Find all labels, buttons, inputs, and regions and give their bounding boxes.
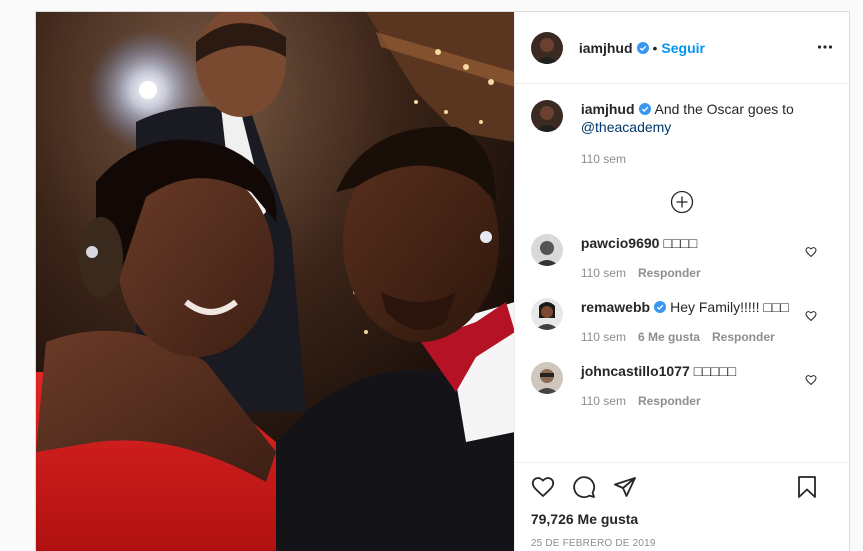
post-sidebar: iamjhud • Seguir iamjhud And the Oscar go… <box>513 12 849 551</box>
verified-icon <box>654 301 667 313</box>
comment-text: □□□□□ <box>693 363 737 379</box>
heart-icon[interactable] <box>531 475 555 499</box>
action-bar <box>531 463 833 511</box>
reply-button[interactable]: Responder <box>638 394 701 408</box>
caption-body: iamjhud And the Oscar goes to @theacademy… <box>581 100 794 168</box>
comment-body: remawebb Hey Family!!!!! □□□ 110 sem 6 Me … <box>581 298 789 346</box>
separator-dot: • <box>652 39 658 56</box>
reply-button[interactable]: Responder <box>712 330 775 344</box>
like-comment-icon[interactable] <box>805 246 817 258</box>
comment-username[interactable]: remawebb <box>581 299 650 315</box>
commenter-avatar[interactable] <box>530 234 563 266</box>
caption-mention[interactable]: @theacademy <box>581 119 671 135</box>
share-icon[interactable] <box>613 475 637 499</box>
post-header: iamjhud • Seguir <box>514 12 849 84</box>
comment-item: pawcio9690 □□□□ 110 sem Responder <box>530 234 833 282</box>
like-comment-icon[interactable] <box>805 374 817 386</box>
comment-item: johncastillo1077 □□□□□ 110 sem Responder <box>530 362 833 410</box>
comment-username[interactable]: johncastillo1077 <box>581 363 690 379</box>
comment-meta: 110 sem 6 Me gusta Responder <box>581 328 789 346</box>
verified-icon <box>636 41 649 54</box>
comment-text: □□□□ <box>663 235 698 251</box>
caption: iamjhud And the Oscar goes to @theacademy… <box>530 100 833 168</box>
caption-avatar[interactable] <box>530 100 563 132</box>
comment-time[interactable]: 110 sem <box>581 330 626 344</box>
like-comment-icon[interactable] <box>805 310 817 322</box>
comments-section[interactable]: iamjhud And the Oscar goes to @theacademy… <box>515 84 849 462</box>
comment-icon[interactable] <box>572 475 596 499</box>
reply-button[interactable]: Responder <box>638 266 701 280</box>
comment-username[interactable]: pawcio9690 <box>581 235 660 251</box>
comment-body: johncastillo1077 □□□□□ 110 sem Responder <box>581 362 736 410</box>
save-icon[interactable] <box>795 475 819 499</box>
comment-body: pawcio9690 □□□□ 110 sem Responder <box>581 234 713 282</box>
commenter-avatar[interactable] <box>530 298 563 330</box>
comment-meta: 110 sem Responder <box>581 392 736 410</box>
comment-likes[interactable]: 6 Me gusta <box>638 330 700 344</box>
author-username[interactable]: iamjhud <box>579 40 633 56</box>
comment-text: Hey Family!!!!! □□□ <box>670 299 789 315</box>
author-avatar[interactable] <box>530 31 563 64</box>
selfie-image <box>36 12 514 551</box>
comment-meta: 110 sem Responder <box>581 264 713 282</box>
commenter-avatar[interactable] <box>530 362 563 394</box>
post-photo[interactable] <box>36 12 514 551</box>
caption-username[interactable]: iamjhud <box>581 101 635 117</box>
follow-button[interactable]: Seguir <box>661 40 705 56</box>
load-more <box>531 190 833 214</box>
post-date[interactable]: 25 DE FEBRERO DE 2019 <box>531 538 833 549</box>
post-actions: 79,726 Me gusta 25 DE FEBRERO DE 2019 <box>514 462 849 549</box>
caption-time[interactable]: 110 sem <box>581 152 626 166</box>
likes-count[interactable]: 79,726 Me gusta <box>531 511 833 527</box>
comment-item: remawebb Hey Family!!!!! □□□ 110 sem 6 Me … <box>530 298 833 346</box>
verified-icon <box>638 103 651 115</box>
post-card: iamjhud • Seguir iamjhud And the Oscar go… <box>35 11 850 551</box>
comment-time[interactable]: 110 sem <box>581 394 626 408</box>
add-circle-icon[interactable] <box>670 190 694 214</box>
more-icon[interactable] <box>817 39 833 55</box>
caption-meta: 110 sem <box>581 150 794 168</box>
caption-text: And the Oscar goes to <box>654 101 794 117</box>
comment-time[interactable]: 110 sem <box>581 266 626 280</box>
